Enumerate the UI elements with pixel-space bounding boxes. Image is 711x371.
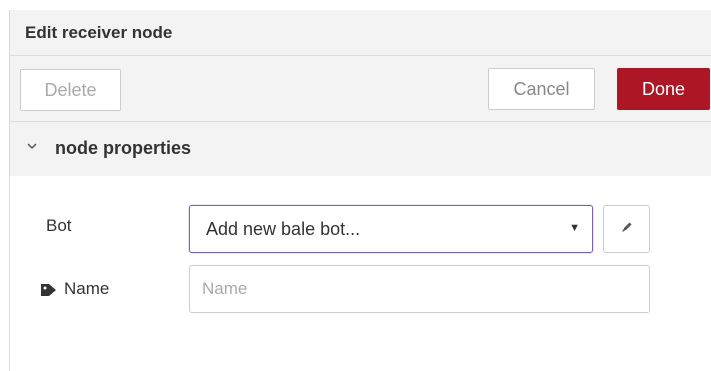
node-properties-header[interactable]: node properties — [10, 122, 711, 176]
bot-select[interactable]: Add new bale bot... ▼ — [189, 205, 593, 253]
pencil-icon — [620, 220, 634, 239]
section-title: node properties — [55, 138, 192, 158]
dialog-toolbar: Delete Cancel Done — [10, 56, 711, 122]
name-label: Name — [64, 279, 110, 298]
dialog-title-bar: Edit receiver node — [10, 10, 711, 56]
bot-select-value: Add new bale bot... — [206, 219, 361, 239]
chevron-down-icon — [26, 140, 38, 152]
tag-icon — [40, 282, 60, 296]
name-input[interactable] — [189, 265, 650, 313]
caret-down-icon: ▼ — [569, 222, 580, 234]
bot-label: Bot — [46, 216, 72, 235]
dialog-title: Edit receiver node — [25, 23, 173, 42]
edit-dialog: Edit receiver node Delete Cancel Done no… — [0, 0, 711, 371]
edit-bot-button[interactable] — [603, 205, 650, 253]
delete-button[interactable]: Delete — [20, 69, 121, 111]
done-button[interactable]: Done — [617, 68, 710, 110]
cancel-button[interactable]: Cancel — [488, 68, 595, 110]
name-label-row: Name — [40, 279, 109, 299]
